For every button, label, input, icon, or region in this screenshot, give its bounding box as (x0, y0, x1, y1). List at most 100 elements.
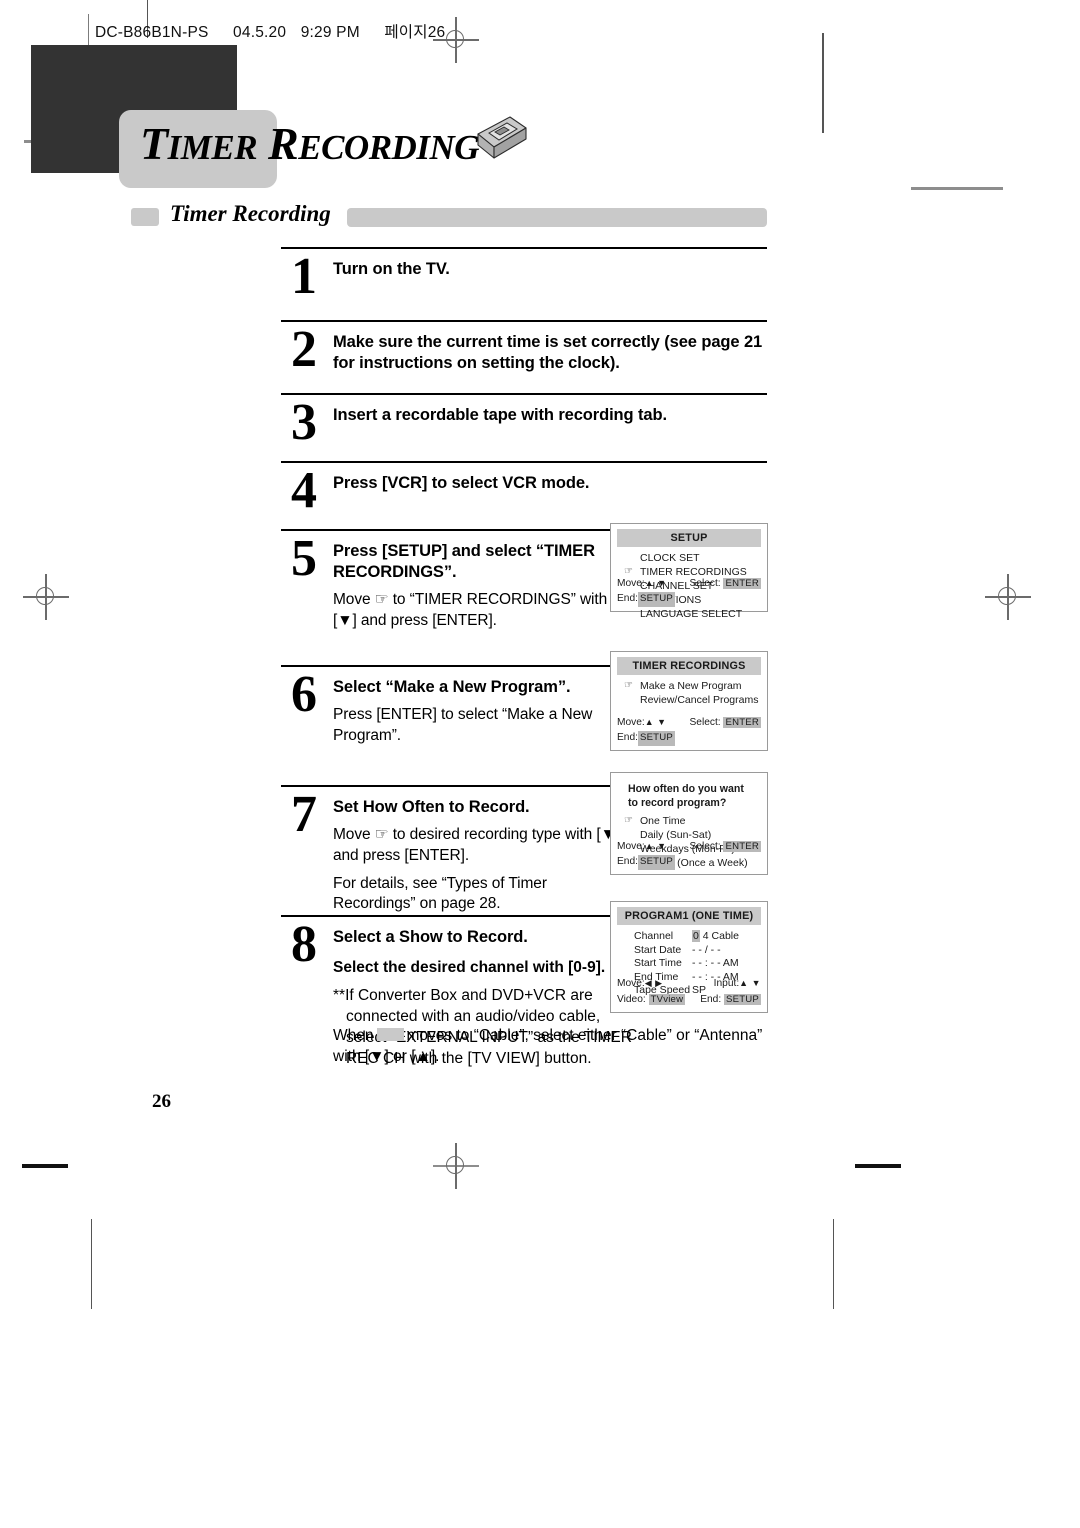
slug-date: 04.5.20 (233, 24, 287, 41)
step-2: 2 Make sure the current time is set corr… (281, 320, 767, 393)
title-word1-rest: IMER (167, 128, 258, 167)
osd-input-label: Input: (713, 978, 740, 990)
osd-menu-item[interactable]: Review/Cancel Programs (624, 694, 762, 708)
osd-menu-list: ☞ Make a New Program Review/Cancel Progra… (624, 680, 762, 708)
step-subheading: Select the desired channel with [0-9]. (333, 959, 606, 977)
step-text: Move ☞ to desired recording type with [▼… (333, 826, 621, 864)
step-heading: Make sure the current time is set correc… (333, 333, 763, 373)
tail-paragraph: When moves to “Cable”, select either “Cab… (333, 1026, 771, 1068)
step-heading: Insert a recordable tape with recording … (333, 406, 667, 424)
osd-footer: Move:▲ ▼ Select: ENTER End: SETUP (617, 840, 761, 870)
osd-item-label: Daily (Sun-Sat) (640, 829, 712, 842)
step-text: Move ☞ to “TIMER RECORDINGS” with [▼] an… (333, 591, 608, 629)
enter-key-badge[interactable]: ENTER (723, 578, 761, 590)
osd-field-label: Channel (634, 930, 674, 943)
step-number: 1 (291, 248, 317, 305)
osd-field-value: 4 Cable (699, 930, 739, 943)
step-3: 3 Insert a recordable tape with recordin… (281, 393, 767, 461)
osd-footer: Move:▲ ▼ Select: ENTER End: SETUP (617, 577, 761, 607)
osd-end-label: End: (617, 856, 638, 868)
step-number: 8 (291, 916, 317, 973)
osd-menu-item[interactable]: CLOCK SET (624, 552, 762, 566)
osd-title: SETUP (617, 529, 761, 548)
osd-menu-item[interactable]: LANGUAGE SELECT (624, 608, 762, 622)
registration-mark-right (985, 574, 1031, 620)
tvview-key-badge[interactable]: TVview (648, 994, 686, 1006)
crop-mark-top-right-vertical (822, 33, 824, 133)
page-number: 26 (152, 1091, 171, 1112)
osd-field-row[interactable]: Start Time - - : - - AM (634, 957, 762, 971)
title-word1-cap: T (140, 118, 168, 169)
osd-how-often: How often do you want to record program?… (610, 772, 768, 875)
input-arrows-icon: ▲ ▼ (739, 978, 761, 989)
slug-page-marker: 페이지26 (384, 24, 446, 41)
enter-key-badge[interactable]: ENTER (723, 717, 761, 729)
osd-field-value: - - / - - (692, 943, 721, 956)
step-number: 7 (291, 786, 317, 843)
osd-select-label: Select: (689, 578, 721, 590)
section-header-bar (347, 208, 767, 227)
registration-mark-bottom (433, 1143, 479, 1189)
osd-footer: Move:▲ ▼ Select: ENTER End: SETUP (617, 716, 761, 746)
osd-footer: Move:◀ ▶ Input:▲ ▼ Video: TVview End: SE… (617, 977, 761, 1008)
osd-end-label: End: (700, 994, 722, 1006)
step-1: 1 Turn on the TV. (281, 247, 767, 320)
osd-move-label: Move: (617, 578, 645, 590)
step-number: 2 (291, 321, 317, 378)
step-heading: Press [SETUP] and select “TIMER RECORDIN… (333, 542, 595, 582)
vhs-tape-icon (477, 116, 527, 159)
slug-model: DC-B86B1N-PS (95, 24, 209, 41)
osd-end-label: End: (617, 732, 638, 744)
osd-item-label: CLOCK SET (640, 552, 700, 565)
osd-field-row[interactable]: Channel 0 4 Cable (634, 930, 762, 944)
move-arrows-icon: ▲ ▼ (644, 578, 667, 589)
hand-cursor-icon: ☞ (624, 566, 633, 578)
osd-title: PROGRAM1 (ONE TIME) (617, 907, 761, 926)
setup-key-badge[interactable]: SETUP (637, 855, 675, 870)
setup-key-badge[interactable]: SETUP (637, 592, 675, 607)
osd-item-label: TIMER RECORDINGS (640, 566, 747, 579)
page-title: TIMER RECORDING (140, 121, 479, 167)
move-arrows-icon: ▲ ▼ (644, 841, 667, 852)
tail-before: When (333, 1027, 374, 1044)
osd-video-label: Video: (617, 994, 646, 1006)
crop-mark-bottom-right-vertical (833, 1219, 835, 1309)
osd-menu-item[interactable]: ☞ Make a New Program (624, 680, 762, 694)
crop-mark-bottom-left-vertical (91, 1219, 93, 1309)
registration-mark-left (23, 574, 69, 620)
osd-field-value: - - : - - AM (692, 957, 739, 970)
print-slug: DC-B86B1N-PS 04.5.20 9:29 PM 페이지26 (95, 20, 445, 42)
hand-cursor-icon: ☞ (624, 680, 633, 692)
step-heading: Select “Make a New Program”. (333, 678, 571, 696)
step-heading: Turn on the TV. (333, 260, 450, 278)
osd-item-label: Review/Cancel Programs (640, 694, 759, 707)
step-number: 6 (291, 666, 317, 723)
hand-cursor-icon: ☞ (624, 815, 633, 827)
step-heading: Press [VCR] to select VCR mode. (333, 474, 590, 492)
osd-timer-recordings: TIMER RECORDINGS ☞ Make a New Program Rev… (610, 651, 768, 751)
osd-select-label: Select: (689, 717, 721, 729)
osd-item-label: Make a New Program (640, 680, 742, 693)
osd-question: How often do you want to record program? (628, 782, 762, 810)
osd-menu-item[interactable]: ☞ One Time (624, 815, 762, 829)
step-number: 3 (291, 394, 317, 451)
step-text-secondary: For details, see “Types of Timer Recordi… (333, 874, 547, 913)
osd-field-row[interactable]: Start Date - - / - - (634, 944, 762, 958)
step-number: 4 (291, 462, 317, 519)
osd-field-label: Start Date (634, 943, 682, 956)
crop-mark-bottom-right-horizontal (855, 1164, 901, 1168)
move-arrows-icon: ▲ ▼ (644, 717, 667, 728)
osd-field-label: Start Time (634, 957, 682, 970)
move-arrows-icon: ◀ ▶ (644, 978, 663, 989)
osd-end-label: End: (617, 593, 638, 605)
osd-question-line1: How often do you want (628, 783, 744, 795)
osd-item-label: One Time (640, 815, 686, 828)
setup-key-badge[interactable]: SETUP (637, 731, 675, 746)
title-word2-rest: ECORDING (298, 128, 479, 167)
osd-title: TIMER RECORDINGS (617, 657, 761, 676)
title-word2-cap: R (268, 118, 299, 169)
setup-key-badge[interactable]: SETUP (724, 994, 761, 1006)
section-marker-square (131, 208, 159, 226)
step-4: 4 Press [VCR] to select VCR mode. (281, 461, 767, 529)
enter-key-badge[interactable]: ENTER (723, 841, 761, 853)
